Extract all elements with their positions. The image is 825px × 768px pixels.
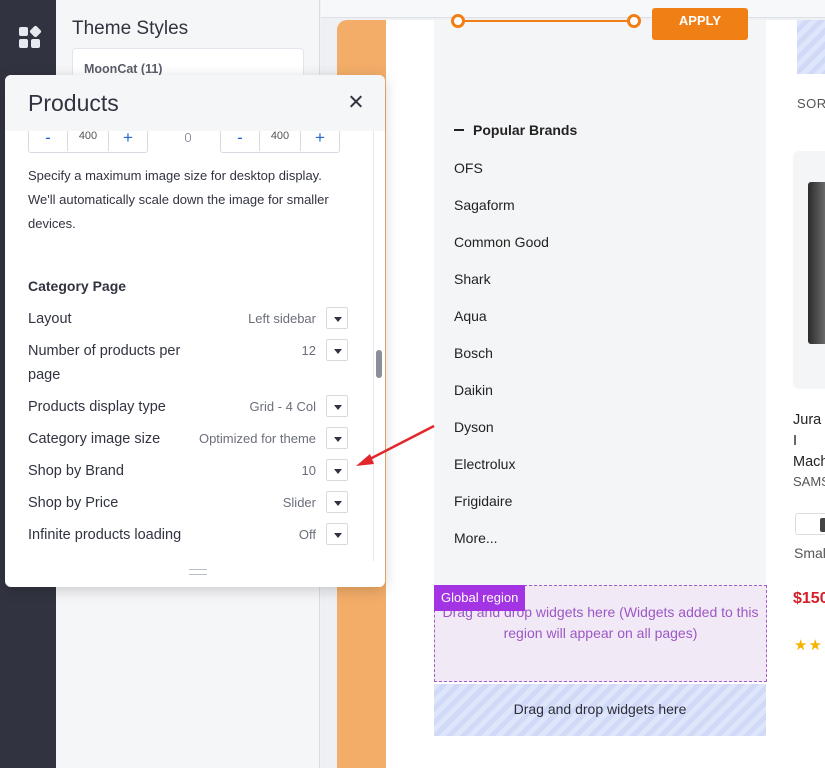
setting-label: Category image size (28, 431, 161, 447)
setting-label: Shop by Brand (28, 463, 124, 479)
close-icon[interactable] (347, 93, 365, 111)
setting-label: Number of products per page (28, 343, 181, 383)
panel-title: Products (28, 90, 119, 116)
height-increment-button[interactable]: + (301, 131, 339, 151)
setting-infinite-loading: Infinite products loading Off (28, 523, 348, 547)
theme-styles-title: Theme Styles (72, 18, 189, 39)
dropdown-caret-icon[interactable] (326, 491, 348, 513)
setting-label: Shop by Price (28, 495, 119, 511)
setting-value[interactable]: Slider (283, 491, 316, 515)
dropdown-caret-icon[interactable] (326, 459, 348, 481)
brand-link[interactable]: Frigidaire (454, 492, 549, 529)
setting-shop-by-brand: Shop by Brand 10 (28, 459, 348, 483)
setting-value[interactable]: Optimized for theme (199, 427, 316, 451)
link-dimensions-icon[interactable] (185, 133, 191, 142)
widget-dropzone[interactable]: Drag and drop widgets here (434, 684, 766, 736)
brands-more-link[interactable]: More... (454, 529, 549, 566)
setting-label: Infinite products loading (28, 527, 182, 543)
setting-shop-by-price: Shop by Price Slider (28, 491, 348, 515)
setting-value[interactable]: Grid - 4 Col (250, 395, 316, 419)
dropdown-caret-icon[interactable] (326, 307, 348, 329)
width-decrement-button[interactable]: - (29, 131, 67, 151)
setting-value[interactable]: Left sidebar (248, 307, 316, 331)
price-slider-min-handle[interactable] (451, 14, 465, 28)
brand-link[interactable]: Electrolux (454, 455, 549, 492)
widgets-logo-icon[interactable] (19, 25, 42, 49)
sort-by-label[interactable]: SOR (797, 96, 825, 111)
setting-category-image-size: Category image size Optimized for theme (28, 427, 348, 451)
collapse-minus-icon (454, 128, 464, 131)
resize-grip-icon[interactable] (189, 569, 207, 575)
product-brand: SAMS (793, 474, 825, 489)
price-slider-max-handle[interactable] (627, 14, 641, 28)
panel-body: - 400 + - 400 + Specify a maximum image … (5, 131, 385, 561)
products-settings-panel: Products - 400 + - 400 + Specify a maxim… (5, 75, 385, 587)
product-price: $150 (793, 590, 825, 607)
image-size-description: Specify a maximum image size for desktop… (28, 168, 329, 231)
preview-top-bar (321, 0, 825, 18)
brand-link[interactable]: Daikin (454, 381, 549, 418)
width-increment-button[interactable]: + (109, 131, 147, 151)
setting-products-per-page: Number of products per page 12 (28, 339, 348, 387)
dropdown-caret-icon[interactable] (326, 395, 348, 417)
brand-link[interactable]: Aqua (454, 307, 549, 344)
setting-layout: Layout Left sidebar (28, 307, 348, 331)
setting-value[interactable]: Off (299, 523, 316, 547)
panel-scrollbar-thumb[interactable] (376, 350, 382, 378)
brand-link[interactable]: Shark (454, 270, 549, 307)
brand-link[interactable]: Bosch (454, 344, 549, 381)
brand-link[interactable]: Dyson (454, 418, 549, 455)
setting-value[interactable]: 12 (302, 339, 316, 363)
dropdown-caret-icon[interactable] (326, 339, 348, 361)
popular-brands-heading[interactable]: Popular Brands (454, 122, 577, 138)
setting-label: Products display type (28, 399, 166, 415)
height-value[interactable]: 400 (259, 131, 301, 151)
image-width-stepper[interactable]: - 400 + (28, 131, 148, 153)
product-name[interactable]: Jura I Mach (793, 410, 825, 473)
height-decrement-button[interactable]: - (221, 131, 259, 151)
setting-value[interactable]: 10 (302, 459, 316, 483)
annotation-arrow-icon (356, 424, 435, 466)
dropdown-caret-icon[interactable] (326, 523, 348, 545)
top-widget-dropzone[interactable] (797, 20, 825, 74)
product-swatch[interactable] (795, 513, 825, 535)
product-rating-stars: ★★ (794, 637, 823, 654)
panel-scrollbar-track[interactable] (373, 131, 385, 561)
panel-header: Products (5, 75, 385, 131)
theme-preset-label: MoonCat (11) (84, 62, 163, 76)
dropdown-caret-icon[interactable] (326, 427, 348, 449)
brand-link[interactable]: Common Good (454, 233, 549, 270)
image-height-stepper[interactable]: - 400 + (220, 131, 340, 153)
brand-link[interactable]: OFS (454, 159, 549, 196)
brand-link[interactable]: Sagaform (454, 196, 549, 233)
global-region-tag: Global region (434, 585, 526, 611)
category-page-section-title: Category Page (28, 278, 127, 294)
product-image[interactable] (808, 182, 825, 344)
setting-display-type: Products display type Grid - 4 Col (28, 395, 348, 419)
product-name-line2: Mach (793, 454, 825, 470)
width-value[interactable]: 400 (67, 131, 109, 151)
setting-label: Layout (28, 311, 72, 327)
apply-button[interactable]: APPLY (652, 8, 748, 40)
product-size: Smal (794, 545, 825, 561)
price-slider-track (458, 20, 634, 22)
popular-brands-label: Popular Brands (473, 122, 578, 138)
brand-list: OFS Sagaform Common Good Shark Aqua Bosc… (454, 159, 549, 566)
product-name-line1: Jura I (793, 412, 822, 449)
